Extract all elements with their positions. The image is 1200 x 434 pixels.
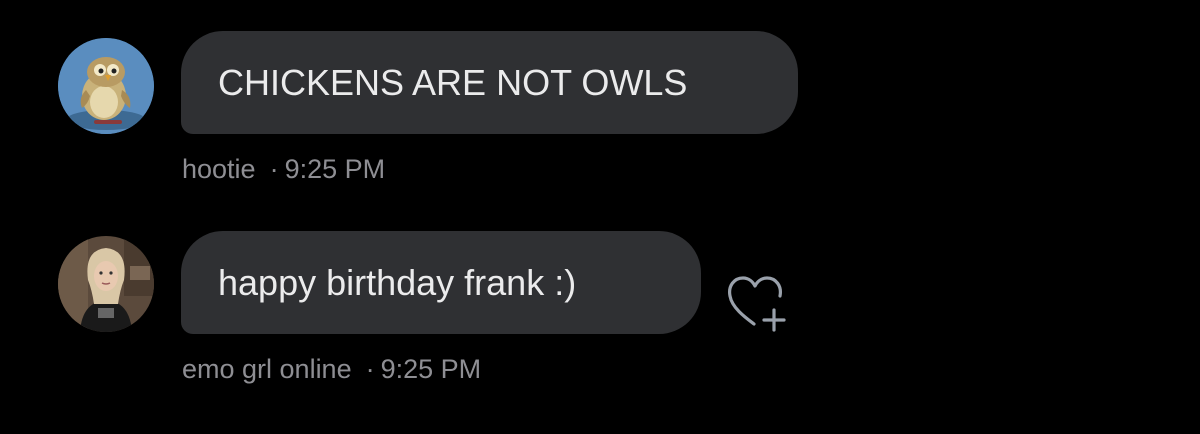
message-meta: emo grl online · 9:25 PM	[182, 354, 481, 385]
person-avatar-image	[58, 236, 154, 332]
add-reaction-button[interactable]	[722, 270, 794, 334]
owl-avatar-image	[58, 38, 154, 134]
message-time: 9:25 PM	[380, 354, 482, 384]
message-meta: hootie · 9:25 PM	[182, 154, 385, 185]
message-time: 9:25 PM	[284, 154, 386, 184]
message-text: CHICKENS ARE NOT OWLS	[218, 62, 688, 103]
message-bubble[interactable]: CHICKENS ARE NOT OWLS	[181, 31, 798, 134]
heart-plus-icon	[728, 276, 786, 332]
sender-name[interactable]: emo grl online	[182, 354, 352, 384]
avatar[interactable]	[58, 38, 154, 134]
chat-thread: CHICKENS ARE NOT OWLS hootie · 9:25 PM hap…	[0, 0, 1200, 434]
meta-separator: ·	[269, 154, 279, 184]
message-bubble[interactable]: happy birthday frank :)	[181, 231, 701, 334]
avatar[interactable]	[58, 236, 154, 332]
sender-name[interactable]: hootie	[182, 154, 256, 184]
meta-separator: ·	[365, 354, 375, 384]
message-text: happy birthday frank :)	[218, 262, 577, 303]
